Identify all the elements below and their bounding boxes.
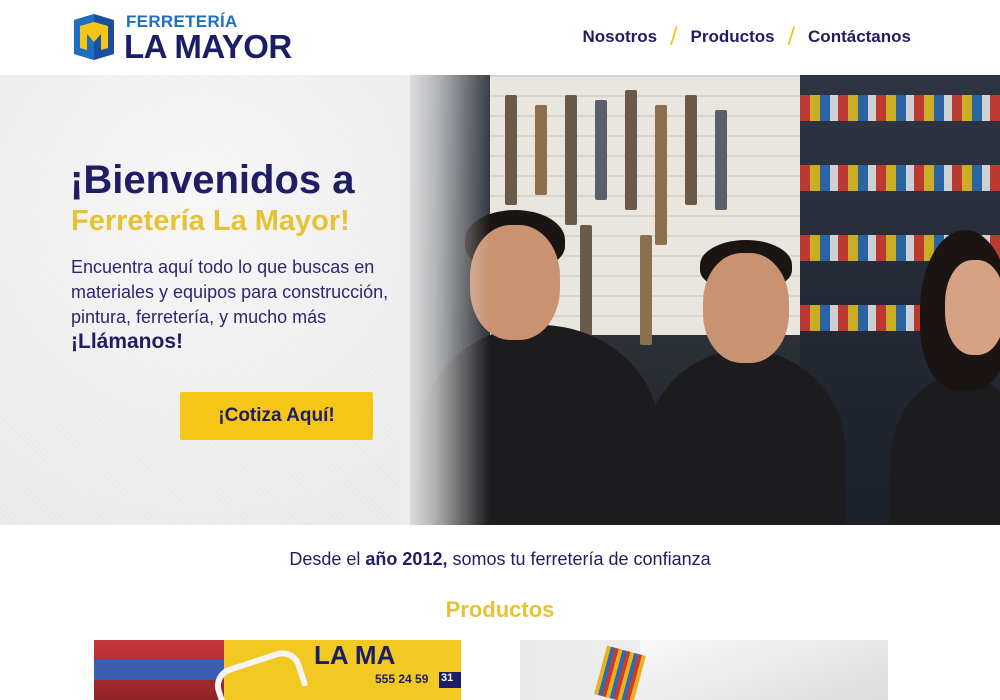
tagline-suffix: somos tu ferretería de confianza <box>447 549 711 569</box>
hardware-store-logo-icon <box>74 14 114 60</box>
hero-subtitle: Ferretería La Mayor! <box>71 205 350 237</box>
quote-button[interactable]: ¡Cotiza Aquí! <box>180 392 373 440</box>
hero-staff-photo <box>410 75 1000 525</box>
store-sign-phone-extra: 31 <box>439 672 461 688</box>
nav-item-contactanos[interactable]: Contáctanos <box>808 27 911 47</box>
nav-separator: / <box>670 24 678 49</box>
electrical-wires-image <box>594 645 646 700</box>
nav-separator: / <box>787 24 796 49</box>
brand-logo[interactable]: FERRETERÍA LA MAYOR <box>70 10 300 65</box>
store-sign-phone: 555 24 59 <box>375 672 429 686</box>
products-section-title: Productos <box>445 597 555 622</box>
tagline-prefix: Desde el <box>289 549 366 569</box>
logo-text-bottom: LA MAYOR <box>124 28 292 65</box>
product-card-electrical[interactable] <box>520 640 888 700</box>
hero-banner: ¡Bienvenidos a Ferretería La Mayor! Encu… <box>0 75 1000 525</box>
nav-item-nosotros[interactable]: Nosotros <box>583 27 658 47</box>
hero-title: ¡Bienvenidos a <box>70 158 355 202</box>
hero-description: Encuentra aquí todo lo que buscas en mat… <box>71 257 389 327</box>
nav-item-productos[interactable]: Productos <box>691 27 775 47</box>
product-card-store[interactable]: LA MA 555 24 59 31 <box>94 640 461 700</box>
store-sign-text: LA MA <box>314 640 396 670</box>
hero-call-text: ¡Llámanos! <box>71 330 184 353</box>
company-tagline: Desde el año 2012, somos tu ferretería d… <box>0 549 1000 570</box>
site-header: FERRETERÍA LA MAYOR Nosotros / Productos… <box>0 0 1000 75</box>
main-nav: Nosotros / Productos / Contáctanos <box>583 24 912 49</box>
tagline-highlight: año 2012, <box>365 549 448 569</box>
